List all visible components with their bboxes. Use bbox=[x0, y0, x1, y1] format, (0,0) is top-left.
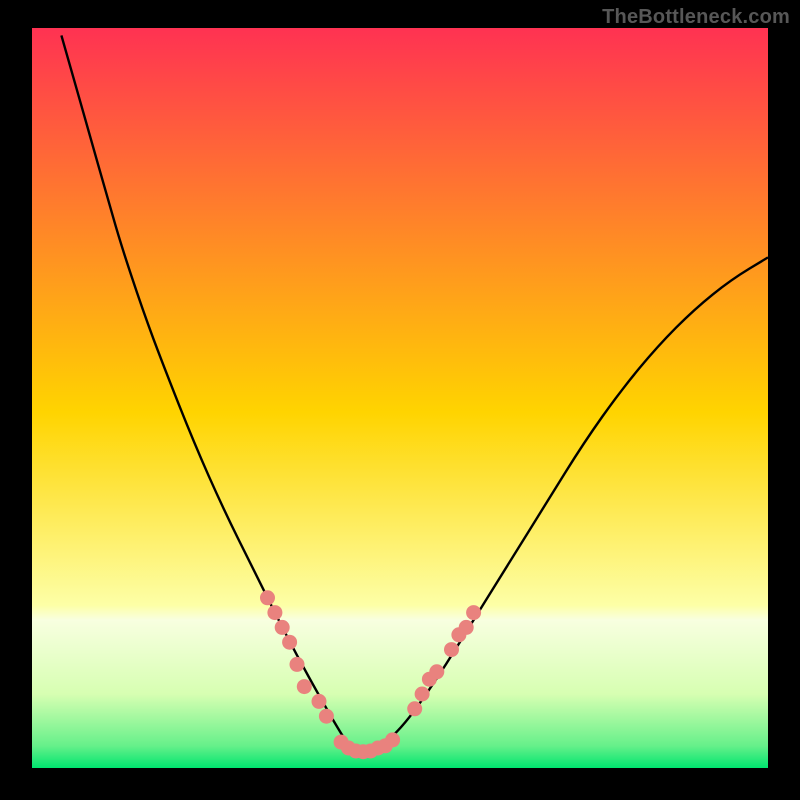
data-dot bbox=[312, 694, 327, 709]
data-dot bbox=[407, 701, 422, 716]
data-dot bbox=[459, 620, 474, 635]
data-dot bbox=[275, 620, 290, 635]
chart-container: TheBottleneck.com bbox=[0, 0, 800, 800]
data-dot bbox=[385, 732, 400, 747]
data-dot bbox=[444, 642, 459, 657]
data-dot bbox=[319, 709, 334, 724]
data-dot bbox=[282, 635, 297, 650]
data-dot bbox=[290, 657, 305, 672]
data-dot bbox=[466, 605, 481, 620]
plot-background bbox=[32, 28, 768, 768]
data-dot bbox=[429, 664, 444, 679]
data-dot bbox=[260, 590, 275, 605]
data-dot bbox=[297, 679, 312, 694]
data-dot bbox=[267, 605, 282, 620]
attribution-label: TheBottleneck.com bbox=[602, 6, 790, 29]
bottleneck-chart bbox=[0, 0, 800, 800]
data-dot bbox=[415, 687, 430, 702]
